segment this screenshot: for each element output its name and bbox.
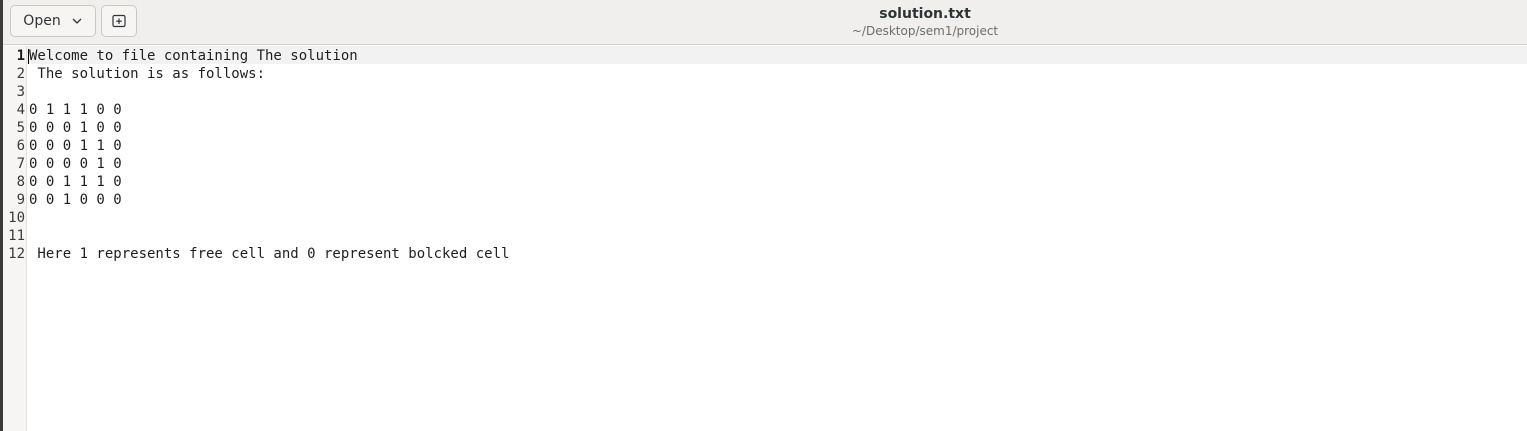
- line-number: 8: [16, 174, 25, 190]
- text-line-7[interactable]: 7 0 0 0 0 1 0: [3, 155, 1527, 173]
- text-line-5[interactable]: 5 0 0 0 1 0 0: [3, 119, 1527, 137]
- line-text[interactable]: Here 1 represents free cell and 0 repres…: [29, 245, 509, 263]
- line-number: 2: [16, 66, 25, 82]
- line-number: 7: [16, 156, 25, 172]
- line-number: 10: [8, 210, 25, 226]
- header-bar: Open solution.txt ~/Desktop/sem1/project: [3, 0, 1527, 45]
- chevron-down-icon: [72, 18, 82, 24]
- text-line-9[interactable]: 9 0 0 1 0 0 0: [3, 191, 1527, 209]
- text-line-1[interactable]: 1 Welcome to file containing The solutio…: [3, 47, 1527, 65]
- line-text[interactable]: 0 1 1 1 0 0: [29, 101, 122, 119]
- line-text[interactable]: 0 0 0 1 0 0: [29, 119, 122, 137]
- window-title: solution.txt: [879, 6, 971, 22]
- line-number: 4: [16, 102, 25, 118]
- line-text[interactable]: 0 0 1 0 0 0: [29, 191, 122, 209]
- text-line-6[interactable]: 6 0 0 0 1 1 0: [3, 137, 1527, 155]
- text-cursor: [28, 49, 29, 64]
- window-subtitle: ~/Desktop/sem1/project: [851, 24, 999, 38]
- open-button-label: Open: [23, 13, 61, 29]
- line-text[interactable]: 0 0 0 0 1 0: [29, 155, 122, 173]
- new-tab-button[interactable]: [101, 5, 137, 37]
- text-line-10[interactable]: 10: [3, 209, 1527, 227]
- open-button[interactable]: Open: [10, 5, 96, 37]
- line-number: 1: [16, 48, 25, 64]
- line-number: 9: [16, 192, 25, 208]
- line-text[interactable]: 0 0 0 1 1 0: [29, 137, 122, 155]
- line-text[interactable]: 0 0 1 1 1 0: [29, 173, 122, 191]
- text-line-11[interactable]: 11: [3, 227, 1527, 245]
- text-lines: 1 Welcome to file containing The solutio…: [3, 47, 1527, 263]
- text-line-2[interactable]: 2 The solution is as follows:: [3, 65, 1527, 83]
- title-block: solution.txt ~/Desktop/sem1/project: [725, 6, 1125, 39]
- line-number: 6: [16, 138, 25, 154]
- line-number: 11: [8, 228, 25, 244]
- line-number: 3: [16, 84, 25, 100]
- line-number: 5: [16, 120, 25, 136]
- text-line-8[interactable]: 8 0 0 1 1 1 0: [3, 173, 1527, 191]
- line-number: 12: [8, 246, 25, 262]
- text-editor-window: Open solution.txt ~/Desktop/sem1/project…: [0, 0, 1527, 431]
- line-text[interactable]: Welcome to file containing The solution: [29, 47, 358, 65]
- text-line-12[interactable]: 12 Here 1 represents free cell and 0 rep…: [3, 245, 1527, 263]
- new-tab-icon: [112, 14, 126, 28]
- text-line-3[interactable]: 3: [3, 83, 1527, 101]
- text-line-4[interactable]: 4 0 1 1 1 0 0: [3, 101, 1527, 119]
- text-view[interactable]: 1 Welcome to file containing The solutio…: [3, 46, 1527, 431]
- line-text[interactable]: The solution is as follows:: [29, 65, 265, 83]
